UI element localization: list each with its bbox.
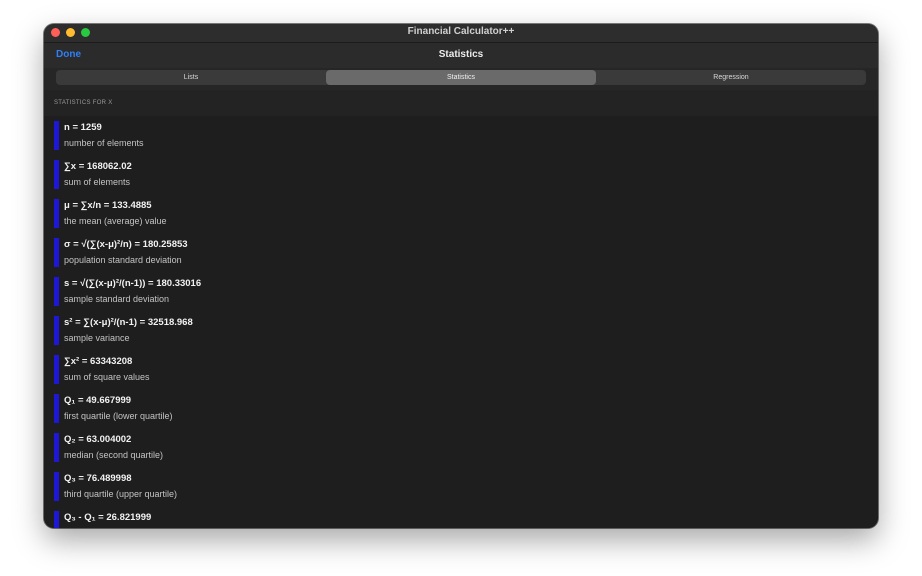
stat-marker <box>54 511 59 528</box>
stat-description: population standard deviation <box>64 255 182 265</box>
list-item: Q₃ = 76.489998 third quartile (upper qua… <box>44 467 878 506</box>
stat-value: n = 1259 <box>64 122 102 133</box>
stat-value: Q₃ - Q₁ = 26.821999 <box>64 512 152 523</box>
stat-description: median (second quartile) <box>64 450 164 460</box>
list-item: n = 1259 number of elements <box>44 116 878 155</box>
stat-value: σ = √(∑(x-μ)²/n) = 180.25853 <box>64 239 188 250</box>
stat-marker <box>54 316 59 345</box>
list-item: Q₂ = 63.004002 median (second quartile) <box>44 428 878 467</box>
stat-value: ∑x² = 63343208 <box>64 356 133 367</box>
app-window: Financial Calculator++ Done Statistics L… <box>44 24 878 528</box>
title-bar: Financial Calculator++ <box>44 24 878 43</box>
list-item: μ = ∑x/n = 133.4885 the mean (average) v… <box>44 194 878 233</box>
stat-marker <box>54 238 59 267</box>
stat-marker <box>54 199 59 228</box>
stat-marker <box>54 121 59 150</box>
section-header: STATISTICS FOR X <box>44 90 878 116</box>
stat-value: μ = ∑x/n = 133.4885 <box>64 200 152 211</box>
stat-description: sample variance <box>64 333 130 343</box>
stat-value: ∑x = 168062.02 <box>64 161 132 172</box>
tab-regression[interactable]: Regression <box>596 70 866 85</box>
stat-description: number of elements <box>64 138 144 148</box>
stat-description: the mean (average) value <box>64 216 167 226</box>
stat-marker <box>54 433 59 462</box>
stat-marker <box>54 277 59 306</box>
window-title: Financial Calculator++ <box>407 26 515 37</box>
stat-value: Q₁ = 49.667999 <box>64 395 132 406</box>
stat-description: third quartile (upper quartile) <box>64 489 178 499</box>
statistics-list[interactable]: n = 1259 number of elements ∑x = 168062.… <box>44 116 878 528</box>
stat-marker <box>54 472 59 501</box>
page-title: Statistics <box>438 49 484 60</box>
section-header-label: STATISTICS FOR X <box>54 100 113 106</box>
stat-value: s² = ∑(x-μ)²/(n-1) = 32518.968 <box>64 317 193 328</box>
list-item: Q₁ = 49.667999 first quartile (lower qua… <box>44 389 878 428</box>
stat-description: sum of elements <box>64 177 131 187</box>
stat-marker <box>54 355 59 384</box>
list-item: ∑x = 168062.02 sum of elements <box>44 155 878 194</box>
tab-lists[interactable]: Lists <box>56 70 326 85</box>
stat-description: sum of square values <box>64 372 150 382</box>
list-item: s² = ∑(x-μ)²/(n-1) = 32518.968 sample va… <box>44 311 878 350</box>
list-item: σ = √(∑(x-μ)²/n) = 180.25853 population … <box>44 233 878 272</box>
stat-value: s = √(∑(x-μ)²/(n-1)) = 180.33016 <box>64 278 202 289</box>
stat-value: Q₂ = 63.004002 <box>64 434 132 445</box>
tab-segmented-control: Lists Statistics Regression <box>56 70 866 85</box>
tab-statistics[interactable]: Statistics <box>326 70 596 85</box>
stat-value: Q₃ = 76.489998 <box>64 473 132 484</box>
list-item: s = √(∑(x-μ)²/(n-1)) = 180.33016 sample … <box>44 272 878 311</box>
list-item: Q₃ - Q₁ = 26.821999 <box>44 506 878 528</box>
stat-description: sample standard deviation <box>64 294 170 304</box>
stat-marker <box>54 160 59 189</box>
stat-marker <box>54 394 59 423</box>
list-item: ∑x² = 63343208 sum of square values <box>44 350 878 389</box>
navigation-bar: Done Statistics <box>44 43 878 68</box>
stat-description: first quartile (lower quartile) <box>64 411 173 421</box>
